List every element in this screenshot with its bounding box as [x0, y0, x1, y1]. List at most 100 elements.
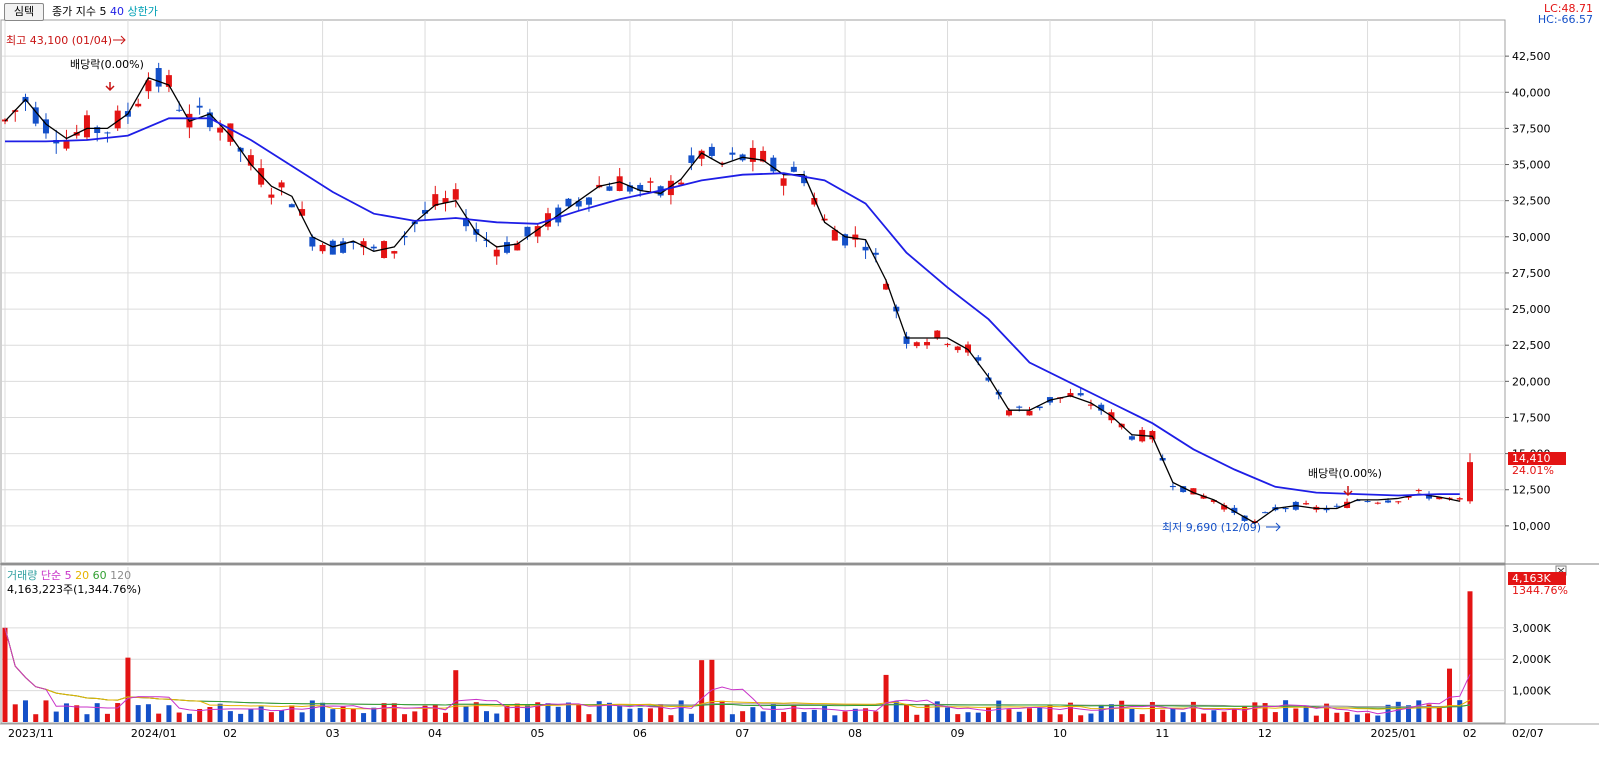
- last-date-label: 02/07: [1512, 727, 1544, 740]
- volume-bar: [770, 703, 776, 722]
- price-axis-label: 42,500: [1512, 50, 1551, 63]
- volume-bar: [678, 700, 684, 722]
- volume-bar: [484, 711, 490, 722]
- volume-bar: [1365, 713, 1371, 722]
- volume-bar: [463, 706, 469, 722]
- volume-bar: [1160, 709, 1166, 722]
- candle-body: [1026, 410, 1033, 416]
- volume-bar: [1026, 708, 1032, 722]
- volume-bar: [238, 713, 244, 722]
- candle-body: [616, 176, 623, 191]
- price-axis-label: 27,500: [1512, 267, 1551, 280]
- price-legend: 종가 지수 5 40 상한가: [52, 3, 158, 19]
- price-axis-label: 17,500: [1512, 411, 1551, 424]
- volume-bar: [1108, 704, 1114, 722]
- volume-axis-label: 2,000K: [1512, 653, 1551, 666]
- candle-body: [370, 246, 377, 249]
- volume-bar: [565, 702, 571, 722]
- candle-body: [1128, 436, 1135, 440]
- candle-body: [1077, 393, 1084, 396]
- candle-body: [862, 246, 869, 251]
- volume-axis-label: 1,000K: [1512, 685, 1551, 698]
- volume-bar: [1416, 700, 1422, 722]
- volume-bar: [53, 711, 59, 722]
- volume-bar: [1375, 715, 1381, 722]
- month-label: 04: [428, 727, 442, 740]
- price-axis-label: 37,500: [1512, 122, 1551, 135]
- volume-bar: [402, 714, 408, 722]
- price-axis-label: 35,000: [1512, 159, 1551, 172]
- volume-bar: [945, 707, 951, 722]
- limit-up-label: 상한가: [127, 5, 158, 18]
- volume-bar: [555, 706, 561, 722]
- volume-bar: [1170, 708, 1176, 722]
- candle-body: [708, 146, 715, 156]
- candle-body: [1005, 410, 1012, 416]
- volume-bar: [494, 713, 500, 722]
- volume-bar: [125, 657, 131, 722]
- price-axis-label: 32,500: [1512, 195, 1551, 208]
- indicator-label: 종가 지수: [52, 5, 96, 18]
- volume-bar: [1098, 704, 1104, 722]
- candle-body: [258, 168, 265, 185]
- volume-bar: [299, 712, 305, 722]
- candle-body: [606, 186, 613, 191]
- candle-body: [319, 244, 326, 252]
- candle-body: [729, 152, 736, 155]
- volume-bar: [1211, 710, 1217, 722]
- volume-bar: [453, 670, 459, 722]
- volume-bar: [1006, 709, 1012, 722]
- volume-current-text: 4,163,223주(1,344.76%): [7, 583, 142, 596]
- volume-ma120-line: [4, 627, 1471, 708]
- volume-bar: [330, 709, 336, 722]
- candle-body: [749, 147, 756, 162]
- candle-body: [1364, 501, 1371, 503]
- volume-bar: [1057, 714, 1063, 722]
- candle-body: [1169, 485, 1176, 488]
- candles-group: [2, 62, 1473, 526]
- month-label: 07: [735, 727, 749, 740]
- volume-bar: [801, 712, 807, 722]
- candle-body: [1262, 512, 1269, 514]
- month-label: 05: [530, 727, 544, 740]
- candle-body: [790, 166, 797, 172]
- candle-body: [585, 197, 592, 205]
- candle-body: [647, 181, 654, 183]
- price-tag-change: 24.01%: [1512, 464, 1554, 477]
- price-axis-label: 25,000: [1512, 303, 1551, 316]
- volume-bar: [811, 709, 817, 722]
- volume-bar: [1037, 707, 1043, 722]
- candle-body: [934, 330, 941, 338]
- volume-bar: [74, 705, 80, 722]
- volume-bar: [1334, 712, 1340, 722]
- volume-bar: [740, 711, 746, 722]
- volume-bar: [822, 705, 828, 722]
- volume-bar: [1016, 711, 1022, 722]
- hc-readout: HC:-66.57: [1537, 13, 1593, 26]
- volume-bar: [760, 711, 766, 722]
- volume-bar: [12, 704, 18, 722]
- candle-body: [288, 204, 295, 208]
- stock-name-button[interactable]: 심텍: [4, 3, 44, 21]
- month-label: 06: [633, 727, 647, 740]
- dividend-arrow-1: [105, 82, 115, 92]
- volume-bar: [1293, 708, 1299, 722]
- dividend-annotation-1: 배당락(0.00%): [70, 58, 144, 71]
- volume-bar: [1221, 711, 1227, 722]
- month-label: 03: [326, 727, 340, 740]
- volume-bar: [166, 705, 172, 722]
- volume-bar: [1139, 714, 1145, 722]
- volume-bar: [145, 704, 151, 722]
- candle-body: [391, 251, 398, 254]
- month-label: 2023/11: [8, 727, 54, 740]
- candle-body: [176, 109, 183, 111]
- volume-bar: [647, 708, 653, 722]
- candle-body: [452, 189, 459, 200]
- volume-bar: [350, 708, 356, 722]
- volume-bar: [1395, 701, 1401, 722]
- volume-bar: [361, 713, 367, 722]
- candle-body: [1333, 505, 1340, 507]
- volume-bar: [186, 713, 192, 722]
- candle-body: [83, 115, 90, 138]
- volume-bar: [1242, 706, 1248, 722]
